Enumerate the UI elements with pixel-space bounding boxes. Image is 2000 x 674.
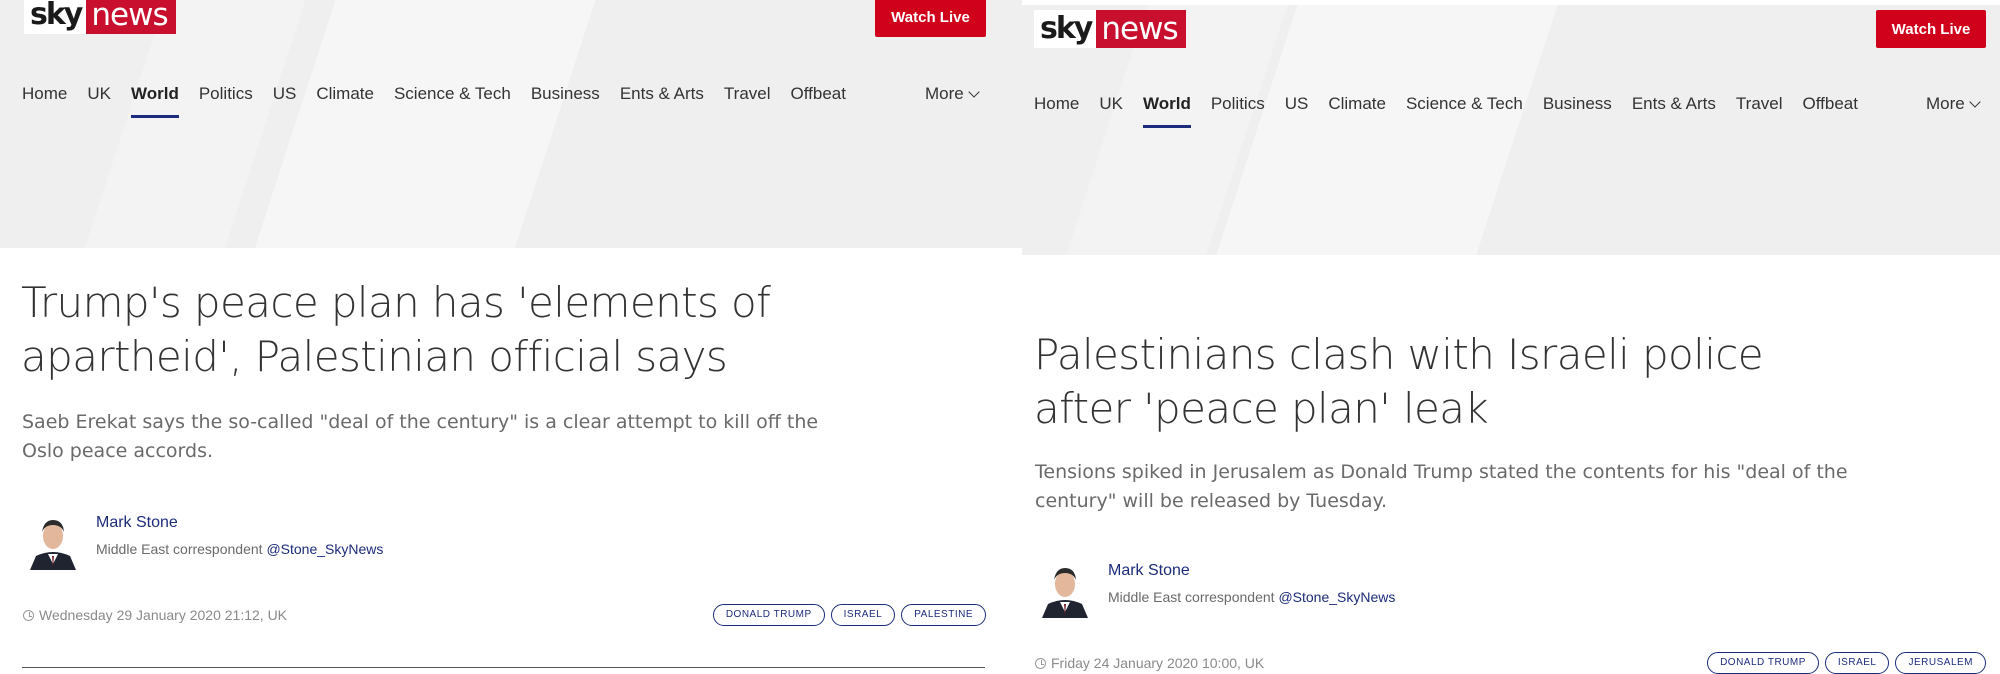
nav-item-ents-arts[interactable]: Ents & Arts: [1632, 94, 1716, 128]
nav-item-us[interactable]: US: [273, 84, 297, 118]
headline-line: apartheid', Palestinian official says: [21, 332, 728, 381]
logo-news: news: [1096, 10, 1186, 48]
article-headline: Trump's peace plan has 'elements of apar…: [21, 276, 771, 384]
author-role-text: Middle East correspondent: [1108, 589, 1275, 605]
author-role-text: Middle East correspondent: [96, 541, 263, 557]
nav-item-home[interactable]: Home: [1034, 94, 1079, 128]
sky-news-logo[interactable]: sky news: [1034, 10, 1186, 48]
nav-item-home[interactable]: Home: [22, 84, 67, 118]
nav-more-button[interactable]: More: [925, 84, 980, 104]
headline-line: Palestinians clash with Israeli police: [1034, 330, 1764, 379]
tag-israel[interactable]: ISRAEL: [830, 604, 896, 626]
clock-icon: [1035, 657, 1046, 669]
main-nav: Home UK World Politics US Climate Scienc…: [22, 84, 846, 118]
chevron-down-icon: [1969, 95, 1981, 108]
watch-live-button[interactable]: Watch Live: [1876, 10, 1986, 48]
tag-israel[interactable]: ISRAEL: [1824, 652, 1890, 674]
article-date: Wednesday 29 January 2020 21:12, UK: [39, 607, 288, 623]
standfirst-line: Tensions spiked in Jerusalem as Donald T…: [1035, 461, 1848, 483]
nav-item-us[interactable]: US: [1285, 94, 1309, 128]
author-role: Middle East correspondent @Stone_SkyNews: [96, 541, 383, 557]
headline-line: Trump's peace plan has 'elements of: [21, 278, 771, 327]
article-tags: DONALD TRUMP ISRAEL PALESTINE: [712, 604, 986, 626]
nav-more-label: More: [925, 84, 964, 103]
nav-item-offbeat[interactable]: Offbeat: [791, 84, 846, 118]
logo-sky: sky: [24, 0, 87, 34]
nav-item-politics[interactable]: Politics: [1211, 94, 1265, 128]
author-photo-icon: [1038, 560, 1092, 618]
article-tags: DONALD TRUMP ISRAEL JERUSALEM: [1707, 652, 1986, 674]
nav-more-label: More: [1926, 94, 1965, 113]
section-divider: [22, 667, 985, 668]
standfirst-line: century" will be released by Tuesday.: [1035, 490, 1388, 512]
tag-donald-trump[interactable]: DONALD TRUMP: [1707, 652, 1819, 674]
nav-item-travel[interactable]: Travel: [1736, 94, 1783, 128]
main-nav: Home UK World Politics US Climate Scienc…: [1034, 94, 1858, 128]
nav-item-travel[interactable]: Travel: [724, 84, 771, 118]
nav-more-button[interactable]: More: [1926, 94, 1981, 114]
nav-item-business[interactable]: Business: [531, 84, 600, 118]
article-page-right: sky news Watch Live Home UK World Politi…: [1022, 0, 2000, 674]
author-twitter-link[interactable]: @Stone_SkyNews: [266, 541, 383, 557]
article-dateline: Friday 24 January 2020 10:00, UK: [1035, 655, 1264, 671]
author-role: Middle East correspondent @Stone_SkyNews: [1108, 589, 1395, 605]
nav-item-climate[interactable]: Climate: [1328, 94, 1386, 128]
tag-palestine[interactable]: PALESTINE: [901, 604, 986, 626]
nav-item-business[interactable]: Business: [1543, 94, 1612, 128]
headline-line: after 'peace plan' leak: [1034, 384, 1489, 433]
article-page-left: sky news Watch Live Home UK World Politi…: [0, 0, 1022, 674]
nav-item-world[interactable]: World: [130, 84, 179, 118]
article-headline: Palestinians clash with Israeli police a…: [1034, 328, 1764, 436]
nav-item-science-tech[interactable]: Science & Tech: [394, 84, 511, 118]
chevron-down-icon: [968, 85, 980, 98]
nav-item-world[interactable]: World: [1142, 94, 1191, 128]
author-avatar[interactable]: [26, 512, 80, 570]
author-name-link[interactable]: Mark Stone: [96, 514, 178, 532]
article-date: Friday 24 January 2020 10:00, UK: [1051, 655, 1265, 671]
tag-jerusalem[interactable]: JERUSALEM: [1895, 652, 1986, 674]
article-standfirst: Tensions spiked in Jerusalem as Donald T…: [1035, 458, 1848, 516]
author-photo-icon: [26, 512, 80, 570]
sky-news-logo[interactable]: sky news: [24, 0, 176, 34]
author-avatar[interactable]: [1038, 560, 1092, 618]
nav-item-ents-arts[interactable]: Ents & Arts: [620, 84, 704, 118]
author-twitter-link[interactable]: @Stone_SkyNews: [1278, 589, 1395, 605]
tag-donald-trump[interactable]: DONALD TRUMP: [712, 604, 825, 626]
article-dateline: Wednesday 29 January 2020 21:12, UK: [23, 607, 287, 623]
nav-item-science-tech[interactable]: Science & Tech: [1406, 94, 1523, 128]
standfirst-line: Oslo peace accords.: [22, 440, 214, 462]
nav-item-uk[interactable]: UK: [87, 84, 111, 118]
author-name-link[interactable]: Mark Stone: [1108, 562, 1190, 580]
article-standfirst: Saeb Erekat says the so-called "deal of …: [22, 408, 818, 466]
standfirst-line: Saeb Erekat says the so-called "deal of …: [22, 411, 819, 433]
logo-sky: sky: [1034, 10, 1097, 48]
clock-icon: [23, 609, 34, 621]
logo-news: news: [86, 0, 176, 34]
nav-item-offbeat[interactable]: Offbeat: [1803, 94, 1858, 128]
nav-item-uk[interactable]: UK: [1099, 94, 1123, 128]
watch-live-button[interactable]: Watch Live: [875, 0, 986, 37]
header-banner: [0, 0, 1022, 248]
nav-item-climate[interactable]: Climate: [316, 84, 374, 118]
nav-item-politics[interactable]: Politics: [199, 84, 253, 118]
